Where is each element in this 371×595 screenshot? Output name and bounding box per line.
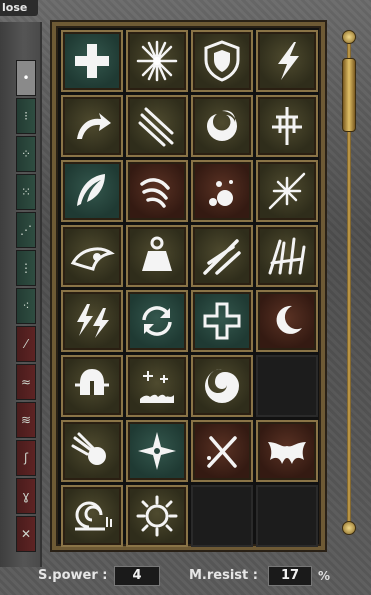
lightning-icon [278, 42, 299, 80]
spower-label: S.power : [38, 568, 108, 583]
category-tab[interactable]: ⁖ [16, 288, 36, 324]
skill-slot[interactable] [191, 290, 253, 352]
holy-cross-icon [272, 107, 302, 145]
skill-slot[interactable] [191, 95, 253, 157]
snail-spiral-icon [75, 501, 112, 531]
weight-icon [142, 236, 172, 271]
comet-icon [71, 432, 106, 465]
category-tab[interactable]: ≈ [16, 364, 36, 400]
heal-cross-icon [75, 44, 109, 78]
bat-wing-icon [268, 442, 306, 464]
category-tab[interactable]: ≋ [16, 402, 36, 438]
cycle-arrows-icon [142, 306, 172, 336]
skill-grid [61, 30, 318, 547]
skill-slot[interactable] [191, 355, 253, 417]
mresist-value: 17 [268, 566, 312, 586]
feather-icon [77, 174, 105, 206]
mresist-label: M.resist : [189, 568, 258, 583]
starburst-icon [136, 40, 178, 82]
scroll-down-knob[interactable] [342, 521, 356, 535]
scrollbar[interactable] [342, 30, 356, 535]
empty-skill-slot [256, 485, 318, 547]
skill-slot[interactable] [61, 420, 123, 482]
skill-slot[interactable] [256, 95, 318, 157]
skill-slot[interactable] [61, 355, 123, 417]
wind-slash-icon [203, 239, 241, 275]
vortex-icon [207, 110, 237, 141]
empty-skill-slot [191, 485, 253, 547]
scroll-thumb[interactable] [342, 58, 356, 132]
skill-slot[interactable] [256, 30, 318, 92]
empty-skill-slot [256, 355, 318, 417]
skill-slot[interactable] [61, 30, 123, 92]
category-tab[interactable]: ɣ [16, 478, 36, 514]
skill-slot[interactable] [191, 225, 253, 287]
skill-slot[interactable] [126, 225, 188, 287]
curved-arrow-icon [77, 113, 111, 139]
category-tab[interactable]: • [16, 60, 36, 96]
skill-slot[interactable] [256, 225, 318, 287]
skill-slot[interactable] [126, 355, 188, 417]
skill-window: lose • ⁝ ⁘ ⁙ ⋰ ⋮ ⁖ ⁄ ≈ ≋ ʃ ɣ ✕ S.power : 4 M.resist … [0, 0, 371, 595]
skill-slot[interactable] [61, 225, 123, 287]
category-tab[interactable]: ⁝ [16, 98, 36, 134]
skill-slot[interactable] [126, 485, 188, 547]
skill-slot[interactable] [61, 160, 123, 222]
skill-slot[interactable] [61, 95, 123, 157]
close-button[interactable]: lose [0, 0, 38, 16]
sparkle-slash-icon [268, 172, 306, 210]
bubbles-icon [209, 180, 233, 206]
shield-icon [204, 40, 240, 82]
category-tab[interactable]: ʃ [16, 440, 36, 476]
skill-slot[interactable] [126, 160, 188, 222]
triple-slash-icon [138, 107, 174, 147]
flame-sparkle-icon [140, 371, 174, 403]
skill-slot[interactable] [191, 30, 253, 92]
skill-slot[interactable] [126, 30, 188, 92]
category-tab[interactable]: ⁙ [16, 174, 36, 210]
outline-cross-icon [203, 302, 241, 340]
spower-value: 4 [114, 566, 160, 586]
mresist-unit: % [318, 569, 331, 583]
spikes-icon [268, 237, 306, 275]
skill-slot[interactable] [126, 290, 188, 352]
helmet-icon [75, 369, 109, 395]
eye-icon [70, 247, 115, 271]
category-tab[interactable]: ⋮ [16, 250, 36, 286]
skill-slot[interactable] [256, 420, 318, 482]
category-tab[interactable]: ✕ [16, 516, 36, 552]
category-tab-strip: • ⁝ ⁘ ⁙ ⋰ ⋮ ⁖ ⁄ ≈ ≋ ʃ ɣ ✕ [0, 22, 42, 567]
stats-bar: S.power : 4 M.resist : 17 % [38, 566, 338, 588]
category-tab[interactable]: ⁘ [16, 136, 36, 172]
skill-grid-panel [52, 22, 325, 550]
skill-slot[interactable] [256, 290, 318, 352]
crossed-swords-icon [207, 436, 237, 468]
swirl-icon [205, 369, 239, 403]
skill-slot[interactable] [191, 420, 253, 482]
spiked-sun-icon [136, 495, 178, 537]
category-tab[interactable]: ⁄ [16, 326, 36, 362]
claw-icon [140, 178, 170, 208]
skill-slot[interactable] [61, 485, 123, 547]
shuriken-icon [138, 432, 176, 470]
skill-slot[interactable] [126, 420, 188, 482]
crescent-moon-icon [276, 305, 302, 334]
skill-slot[interactable] [191, 160, 253, 222]
scroll-up-knob[interactable] [342, 30, 356, 44]
skill-slot[interactable] [256, 160, 318, 222]
category-tab[interactable]: ⋰ [16, 212, 36, 248]
skill-slot[interactable] [61, 290, 123, 352]
skill-slot[interactable] [126, 95, 188, 157]
double-lightning-icon [77, 304, 109, 338]
